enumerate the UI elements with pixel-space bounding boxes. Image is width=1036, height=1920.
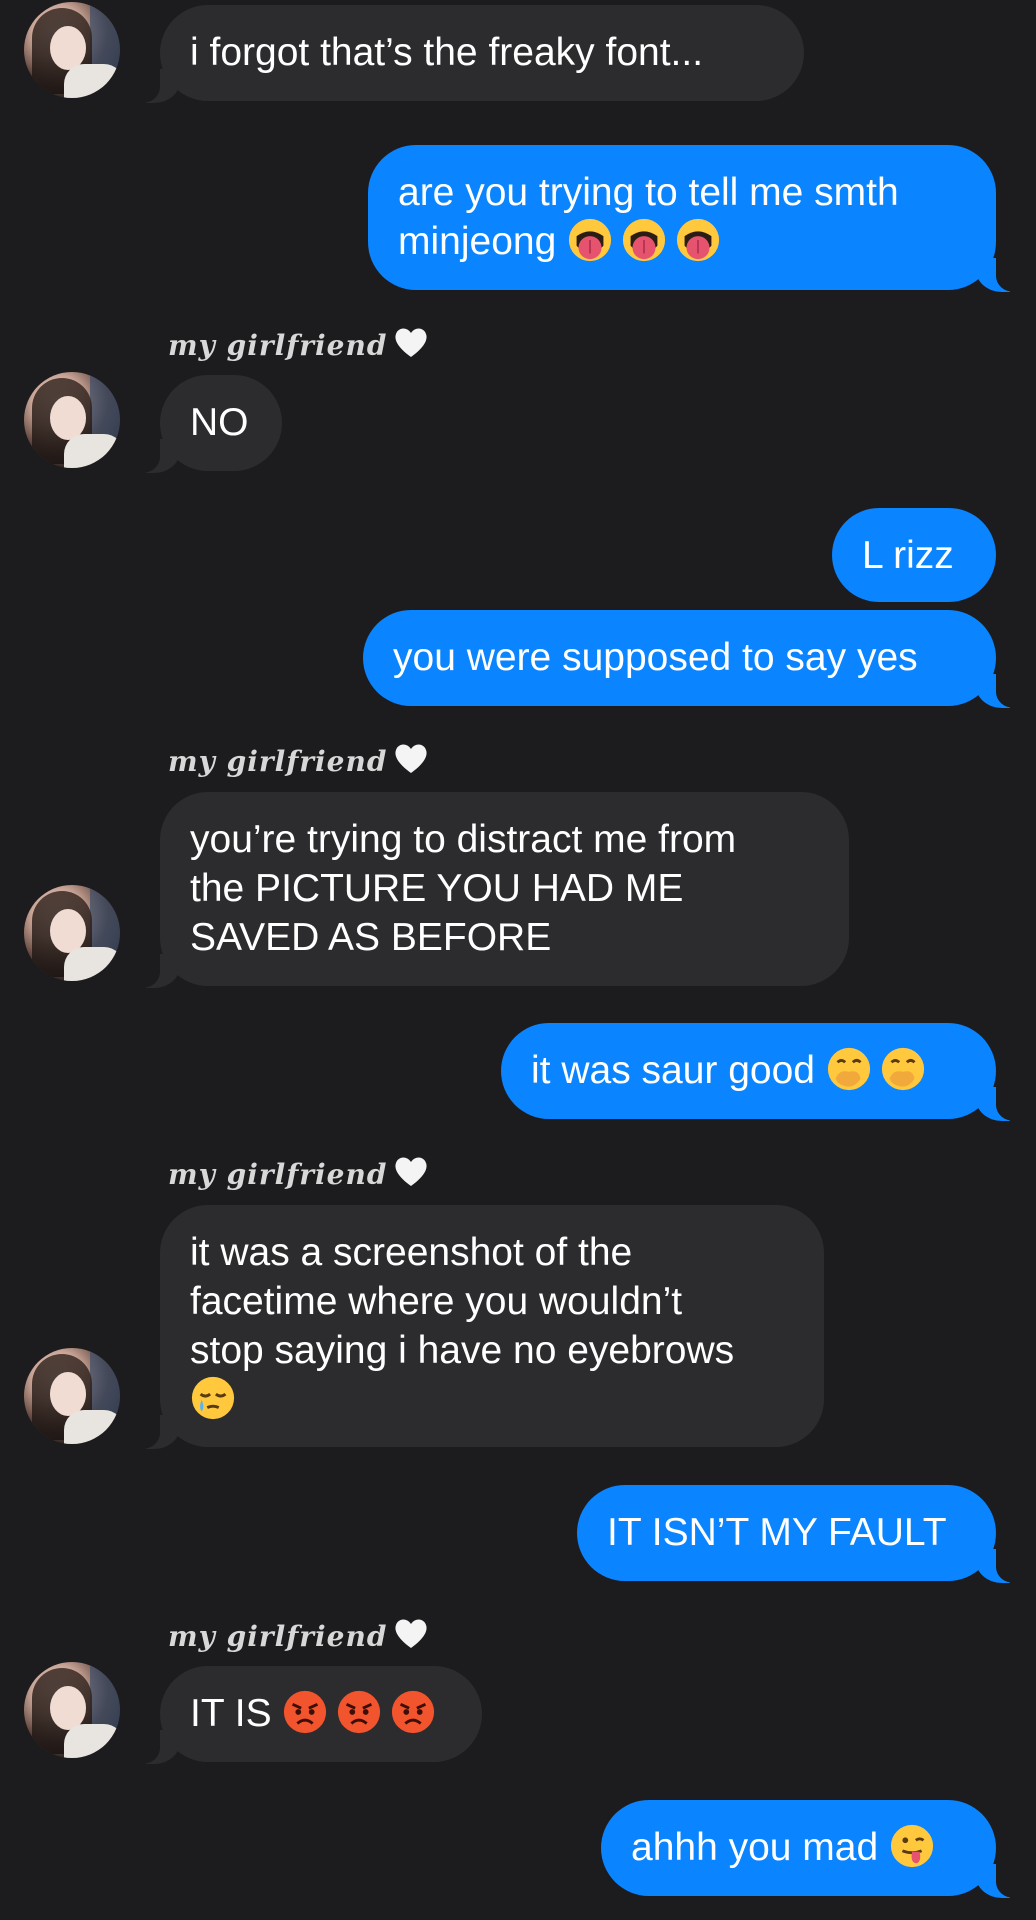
contact-avatar[interactable] bbox=[24, 1348, 120, 1444]
message-bubble-outgoing[interactable]: it was saur good bbox=[501, 1023, 1024, 1121]
message-bubble-incoming[interactable]: it was a screenshot of the facetime wher… bbox=[132, 1205, 824, 1449]
tongue-face-icon bbox=[675, 217, 721, 263]
message-text: are you trying to tell me smth bbox=[398, 171, 899, 214]
message-thread: i forgot that’s the freaky font... are y… bbox=[0, 0, 1036, 1920]
message-bubble-outgoing[interactable]: you were supposed to say yes bbox=[363, 610, 1024, 708]
sender-name-label: my girlfriend bbox=[168, 741, 429, 781]
message-bubble-incoming[interactable]: you’re trying to distract me from the PI… bbox=[132, 792, 849, 988]
tongue-face-icon bbox=[621, 217, 667, 263]
message-text: IT ISN’T MY FAULT bbox=[607, 1511, 947, 1554]
message-text: NO bbox=[190, 401, 249, 444]
message-bubble-outgoing[interactable]: IT ISN’T MY FAULT bbox=[577, 1485, 1024, 1583]
message-text: you were supposed to say yes bbox=[393, 636, 918, 679]
tongue-out-face-icon bbox=[889, 1823, 935, 1869]
white-heart-icon bbox=[393, 741, 429, 786]
angry-face-icon bbox=[336, 1689, 382, 1735]
hand-over-mouth-icon bbox=[880, 1046, 926, 1092]
message-text: IT IS bbox=[190, 1692, 272, 1735]
message-bubble-outgoing[interactable]: are you trying to tell me smth minjeong bbox=[368, 145, 1024, 292]
sender-name-label: my girlfriend bbox=[168, 1154, 429, 1194]
message-text: it was a screenshot of the bbox=[190, 1231, 633, 1274]
message-text: it was saur good bbox=[531, 1049, 815, 1092]
tongue-face-icon bbox=[567, 217, 613, 263]
contact-avatar[interactable] bbox=[24, 2, 120, 98]
hand-over-mouth-icon bbox=[826, 1046, 872, 1092]
white-heart-icon bbox=[393, 1616, 429, 1661]
contact-avatar[interactable] bbox=[24, 885, 120, 981]
white-heart-icon bbox=[393, 325, 429, 370]
contact-avatar[interactable] bbox=[24, 372, 120, 468]
message-bubble-outgoing[interactable]: L rizz bbox=[832, 508, 996, 602]
message-text: ahhh you mad bbox=[631, 1826, 879, 1869]
message-text: minjeong bbox=[398, 220, 557, 263]
message-text: you’re trying to distract me from bbox=[190, 818, 737, 861]
message-bubble-incoming[interactable]: i forgot that’s the freaky font... bbox=[132, 5, 804, 103]
message-text: L rizz bbox=[862, 534, 954, 577]
message-text: the PICTURE YOU HAD ME bbox=[190, 867, 684, 910]
white-heart-icon bbox=[393, 1154, 429, 1199]
contact-avatar[interactable] bbox=[24, 1662, 120, 1758]
angry-face-icon bbox=[282, 1689, 328, 1735]
message-text: SAVED AS BEFORE bbox=[190, 916, 552, 959]
message-bubble-incoming[interactable]: IT IS bbox=[132, 1666, 482, 1764]
sender-name-label: my girlfriend bbox=[168, 1616, 429, 1656]
message-text: i forgot that’s the freaky font... bbox=[190, 31, 704, 74]
message-text: facetime where you wouldn’t bbox=[190, 1280, 683, 1323]
message-text: stop saying i have no eyebrows bbox=[190, 1329, 735, 1372]
sender-name-label: my girlfriend bbox=[168, 325, 429, 365]
angry-face-icon bbox=[390, 1689, 436, 1735]
sleepy-face-icon bbox=[190, 1375, 236, 1421]
message-bubble-outgoing[interactable]: ahhh you mad bbox=[601, 1800, 1024, 1898]
message-bubble-incoming[interactable]: NO bbox=[132, 375, 282, 473]
